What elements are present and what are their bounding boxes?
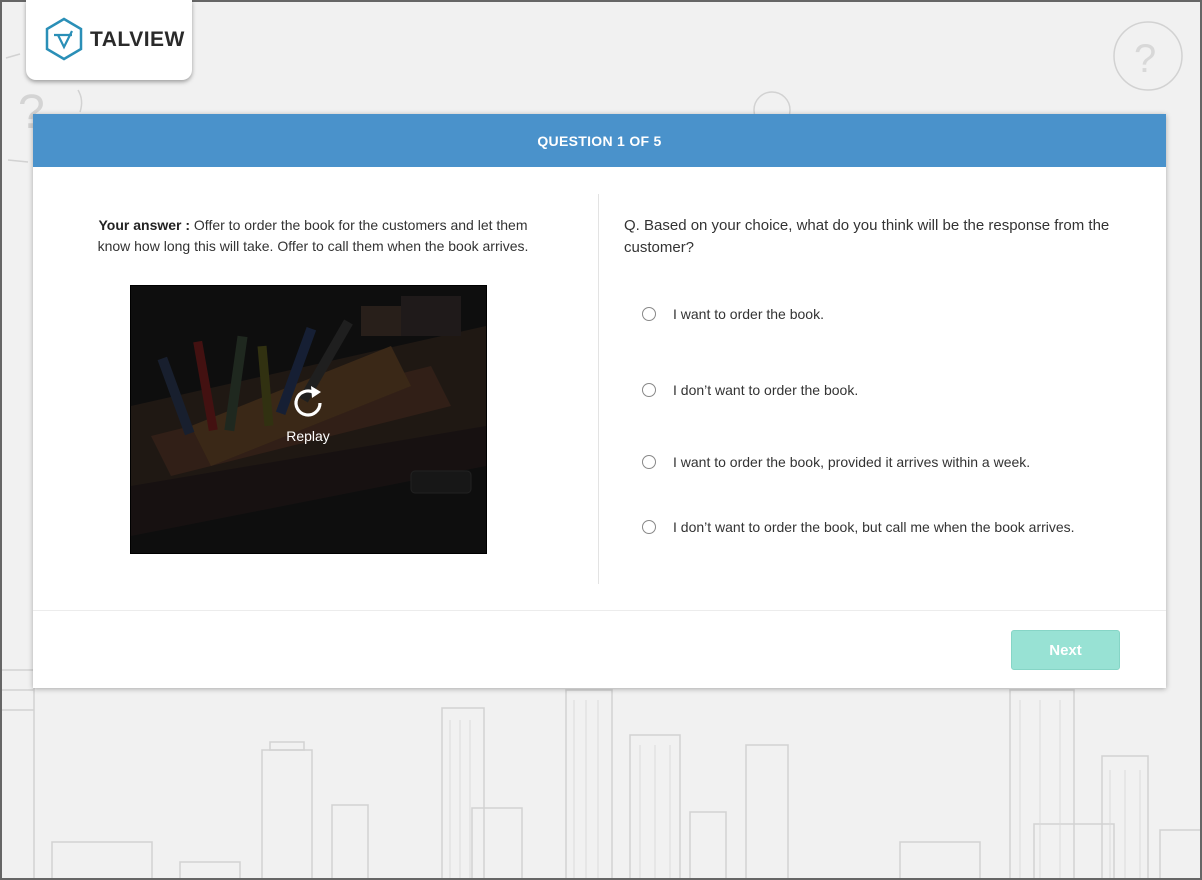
option-label: I don’t want to order the book.	[673, 382, 859, 398]
option-4[interactable]: I don’t want to order the book, but call…	[642, 519, 1075, 535]
column-divider	[598, 194, 599, 584]
video-player[interactable]: Replay	[130, 285, 487, 554]
radio-button[interactable]	[642, 455, 656, 469]
next-button[interactable]: Next	[1011, 630, 1120, 670]
your-answer-prefix: Your answer :	[98, 217, 191, 233]
replay-button[interactable]: Replay	[278, 382, 338, 456]
radio-button[interactable]	[642, 307, 656, 321]
logo-card: TALVIEW	[26, 0, 192, 80]
footer-divider	[33, 610, 1166, 611]
question-card: QUESTION 1 OF 5 Your answer : Offer to o…	[33, 114, 1166, 688]
option-label: I don’t want to order the book, but call…	[673, 519, 1075, 535]
question-text: Q. Based on your choice, what do you thi…	[624, 217, 1110, 256]
replay-label: Replay	[286, 428, 330, 444]
brand-name: TALVIEW	[90, 28, 185, 51]
option-2[interactable]: I don’t want to order the book.	[642, 382, 858, 398]
replay-icon	[294, 386, 322, 417]
option-label: I want to order the book.	[673, 306, 824, 322]
option-label: I want to order the book, provided it ar…	[673, 454, 1031, 470]
radio-button[interactable]	[642, 383, 656, 397]
option-1[interactable]: I want to order the book.	[642, 306, 824, 322]
question-progress-header: QUESTION 1 OF 5	[33, 114, 1166, 167]
option-3[interactable]: I want to order the book, provided it ar…	[642, 454, 1030, 470]
your-answer: Your answer : Offer to order the book fo…	[83, 215, 543, 257]
radio-button[interactable]	[642, 520, 656, 534]
talview-logo-icon	[45, 17, 83, 61]
next-button-label: Next	[1049, 641, 1082, 659]
question-progress-label: QUESTION 1 OF 5	[537, 132, 662, 149]
